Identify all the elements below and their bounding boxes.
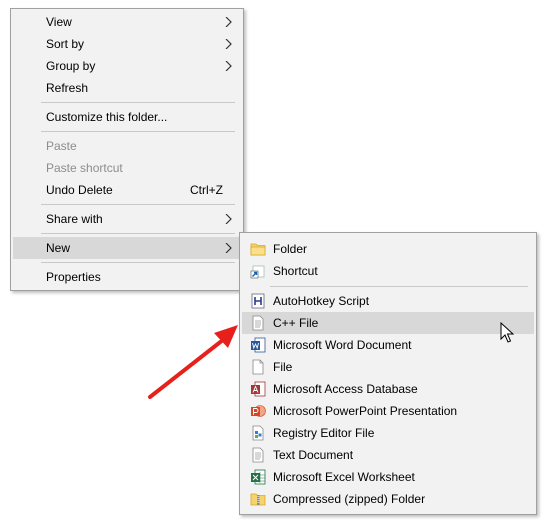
submenu-item-label: Microsoft Word Document	[273, 338, 412, 352]
menu-separator	[41, 262, 235, 263]
menu-item-label: Refresh	[46, 81, 89, 95]
chevron-right-icon	[225, 39, 232, 49]
submenu-item-powerpoint-presentation[interactable]: Microsoft PowerPoint Presentation	[242, 400, 534, 422]
menu-item-label: Paste shortcut	[46, 161, 123, 175]
submenu-item-label: Text Document	[273, 448, 354, 462]
menu-item-refresh[interactable]: Refresh	[13, 77, 241, 99]
powerpoint-icon	[251, 405, 266, 417]
submenu-item-autohotkey-script[interactable]: AutoHotkey Script	[242, 290, 534, 312]
menu-item-undo-delete[interactable]: Undo Delete Ctrl+Z	[13, 179, 241, 201]
menu-item-customize-folder[interactable]: Customize this folder...	[13, 106, 241, 128]
menu-item-paste-shortcut[interactable]: Paste shortcut	[13, 157, 241, 179]
shortcut-icon	[250, 265, 265, 279]
menu-item-label: Properties	[46, 270, 101, 284]
submenu-item-cpp-file[interactable]: C++ File	[242, 312, 534, 334]
folder-icon	[250, 243, 266, 256]
menu-item-group-by[interactable]: Group by	[13, 55, 241, 77]
submenu-item-shortcut[interactable]: Shortcut	[242, 260, 534, 282]
submenu-item-word-document[interactable]: Microsoft Word Document	[242, 334, 534, 356]
submenu-item-file[interactable]: File	[242, 356, 534, 378]
zip-folder-icon	[250, 493, 266, 506]
menu-separator	[41, 131, 235, 132]
submenu-item-label: Registry Editor File	[273, 426, 375, 440]
menu-separator	[41, 233, 235, 234]
submenu-item-label: Compressed (zipped) Folder	[273, 492, 426, 506]
text-file-icon	[252, 315, 264, 331]
menu-item-view[interactable]: View	[13, 11, 241, 33]
menu-item-share-with[interactable]: Share with	[13, 208, 241, 230]
chevron-right-icon	[225, 17, 232, 27]
menu-item-label: Customize this folder...	[46, 110, 168, 124]
submenu-item-excel-worksheet[interactable]: Microsoft Excel Worksheet	[242, 466, 534, 488]
menu-item-label: Sort by	[46, 37, 85, 51]
submenu-item-label: Microsoft PowerPoint Presentation	[273, 404, 458, 418]
access-icon	[251, 381, 266, 397]
submenu-item-access-database[interactable]: Microsoft Access Database	[242, 378, 534, 400]
menu-separator	[270, 286, 528, 287]
submenu-item-compressed-folder[interactable]: Compressed (zipped) Folder	[242, 488, 534, 510]
new-submenu: Folder Shortcut AutoHotkey Script C++ Fi…	[239, 232, 537, 515]
menu-separator	[41, 204, 235, 205]
submenu-item-label: Microsoft Excel Worksheet	[273, 470, 415, 484]
mouse-cursor-icon	[500, 322, 514, 343]
text-document-icon	[252, 447, 264, 463]
submenu-item-label: Microsoft Access Database	[273, 382, 418, 396]
menu-item-label: Share with	[46, 212, 103, 226]
chevron-right-icon	[225, 214, 232, 224]
submenu-item-folder[interactable]: Folder	[242, 238, 534, 260]
chevron-right-icon	[225, 243, 232, 253]
submenu-item-text-document[interactable]: Text Document	[242, 444, 534, 466]
submenu-item-label: Folder	[273, 242, 308, 256]
submenu-item-label: File	[273, 360, 293, 374]
menu-item-shortcut: Ctrl+Z	[190, 183, 223, 197]
desktop-context-menu: View Sort by Group by Refresh Customize …	[10, 8, 244, 291]
autohotkey-icon	[251, 293, 265, 309]
menu-item-label: Undo Delete	[46, 183, 113, 197]
menu-item-label: Paste	[46, 139, 77, 153]
submenu-item-label: Shortcut	[273, 264, 318, 278]
menu-item-label: View	[46, 15, 72, 29]
menu-item-properties[interactable]: Properties	[13, 266, 241, 288]
menu-item-sort-by[interactable]: Sort by	[13, 33, 241, 55]
submenu-item-label: AutoHotkey Script	[273, 294, 370, 308]
excel-icon	[251, 469, 266, 485]
registry-icon	[252, 425, 264, 441]
menu-item-new[interactable]: New	[13, 237, 241, 259]
blank-file-icon	[252, 359, 264, 375]
word-icon	[251, 337, 266, 353]
menu-separator	[41, 102, 235, 103]
submenu-item-registry-editor-file[interactable]: Registry Editor File	[242, 422, 534, 444]
chevron-right-icon	[225, 61, 232, 71]
menu-item-label: New	[46, 241, 71, 255]
menu-item-label: Group by	[46, 59, 96, 73]
submenu-item-label: C++ File	[273, 316, 319, 330]
menu-item-paste[interactable]: Paste	[13, 135, 241, 157]
